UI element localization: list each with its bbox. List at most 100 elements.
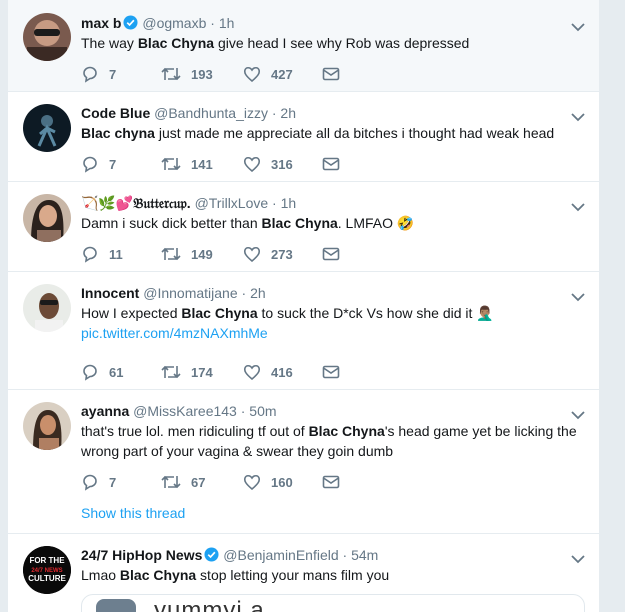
dm-button[interactable] [322, 244, 340, 264]
tweet[interactable]: ayanna @MissKaree143 · 50m that's true l… [8, 390, 599, 534]
show-thread-link[interactable]: Show this thread [81, 505, 185, 521]
handle[interactable]: @MissKaree143 [133, 403, 237, 419]
like-button[interactable]: 160 [243, 472, 293, 492]
display-name[interactable]: max b [81, 15, 121, 31]
display-name[interactable]: 24/7 HipHop News [81, 547, 202, 563]
tweet[interactable]: Code Blue @Bandhunta_izzy · 2h Blac chyn… [8, 92, 599, 182]
reply-button[interactable]: 7 [81, 154, 116, 174]
handle[interactable]: @Innomatijane [143, 285, 237, 301]
handle[interactable]: @ogmaxb [142, 15, 206, 31]
retweet-count: 141 [191, 156, 213, 172]
timestamp[interactable]: 1h [281, 195, 297, 211]
like-button[interactable]: 273 [243, 244, 293, 264]
avatar[interactable]: FOR THE 24/7 NEWS CULTURE [23, 546, 71, 594]
heart-icon [243, 65, 261, 83]
like-button[interactable]: 316 [243, 154, 293, 174]
text-part: . LMFAO 🤣 [337, 215, 415, 231]
tweet[interactable]: max b @ogmaxb · 1h The way Blac Chyna gi… [8, 0, 599, 92]
like-button[interactable]: 416 [243, 362, 293, 382]
timestamp[interactable]: 1h [219, 15, 235, 31]
dm-button[interactable] [322, 362, 340, 382]
tweet-header: 24/7 HipHop News @BenjaminEnfield · 54m [81, 546, 559, 566]
display-name[interactable]: ayanna [81, 403, 129, 419]
card-image-text: yummyi.a [154, 597, 265, 612]
search-highlight: Blac Chyna [137, 35, 215, 51]
timestamp[interactable]: 2h [250, 285, 266, 301]
dm-button[interactable] [322, 154, 340, 174]
reply-button[interactable]: 7 [81, 64, 116, 84]
envelope-icon [322, 66, 340, 82]
reply-button[interactable]: 61 [81, 362, 123, 382]
like-button[interactable]: 427 [243, 64, 293, 84]
avatar-logo-text: CULTURE [28, 574, 66, 583]
chevron-down-icon[interactable] [571, 19, 585, 32]
tweet-text: Damn i suck dick better than Blac Chyna.… [81, 213, 585, 233]
tweet[interactable]: Innocent @Innomatijane · 2h How I expect… [8, 272, 599, 390]
reply-count: 61 [109, 364, 124, 380]
heart-icon [243, 473, 261, 491]
tweet-header: 🏹🌿💕𝔅𝔲𝔱𝔱𝔢𝔯𝔠𝔲𝔭. @TrillxLove · 1h [81, 195, 297, 211]
tweet-text: Lmao Blac Chyna stop letting your mans f… [81, 565, 585, 585]
retweet-icon [161, 65, 181, 83]
timestamp[interactable]: 2h [280, 105, 296, 121]
heart-icon [243, 155, 261, 173]
media-card[interactable]: yummyi.a [81, 594, 585, 612]
retweet-button[interactable]: 141 [161, 154, 213, 174]
handle[interactable]: @Bandhunta_izzy [154, 105, 268, 121]
avatar[interactable] [23, 402, 71, 450]
retweet-count: 149 [191, 246, 213, 262]
timestamp[interactable]: 54m [351, 547, 378, 563]
search-highlight: Blac Chyna [261, 215, 338, 231]
handle[interactable]: @BenjaminEnfield [223, 547, 338, 563]
reply-button[interactable]: 7 [81, 472, 116, 492]
verified-badge-icon [123, 15, 138, 34]
dm-button[interactable] [322, 472, 340, 492]
search-highlight: Blac chyna [81, 125, 155, 141]
text-part: Lmao [81, 567, 120, 583]
tweet-text: that's true lol. men ridiculing tf out o… [81, 421, 585, 461]
chevron-down-icon[interactable] [571, 551, 585, 564]
avatar[interactable] [23, 13, 71, 61]
timeline: max b @ogmaxb · 1h The way Blac Chyna gi… [7, 0, 600, 612]
retweet-button[interactable]: 193 [161, 64, 213, 84]
reply-count: 11 [109, 246, 123, 262]
avatar[interactable] [23, 194, 71, 242]
text-part: stop letting your mans film you [196, 567, 390, 583]
display-name[interactable]: 🏹🌿💕𝔅𝔲𝔱𝔱𝔢𝔯𝔠𝔲𝔭. [81, 195, 191, 211]
retweet-icon [161, 155, 181, 173]
tweet-header: ayanna @MissKaree143 · 50m [81, 403, 277, 419]
avatar[interactable] [23, 104, 71, 152]
retweet-button[interactable]: 149 [161, 244, 213, 264]
chevron-down-icon[interactable] [571, 407, 585, 420]
reply-icon [81, 245, 99, 263]
media-link[interactable]: pic.twitter.com/4mzNAXmhMe [81, 325, 268, 341]
text-part: How I expected [81, 305, 182, 321]
retweet-count: 193 [191, 66, 213, 82]
chevron-down-icon[interactable] [571, 109, 585, 122]
chevron-down-icon[interactable] [571, 199, 585, 212]
chevron-down-icon[interactable] [571, 289, 585, 302]
retweet-button[interactable]: 67 [161, 472, 205, 492]
tweet-header: max b @ogmaxb · 1h [81, 14, 559, 34]
dm-button[interactable] [322, 64, 340, 84]
like-count: 273 [271, 246, 293, 262]
like-count: 427 [271, 66, 293, 82]
handle[interactable]: @TrillxLove [195, 195, 269, 211]
tweet[interactable]: 🏹🌿💕𝔅𝔲𝔱𝔱𝔢𝔯𝔠𝔲𝔭. @TrillxLove · 1h Damn i su… [8, 182, 599, 272]
tweet-header: Innocent @Innomatijane · 2h [81, 285, 266, 301]
retweet-count: 67 [191, 474, 206, 490]
timestamp[interactable]: 50m [249, 403, 276, 419]
like-count: 316 [271, 156, 293, 172]
display-name[interactable]: Code Blue [81, 105, 150, 121]
search-highlight: Blac Chyna [119, 567, 197, 583]
text-part: to suck the D*ck Vs how she did it 🤦🏽‍♂️ [257, 305, 494, 321]
tweet-text: How I expected Blac Chyna to suck the D*… [81, 303, 585, 343]
retweet-button[interactable]: 174 [161, 362, 213, 382]
tweet[interactable]: FOR THE 24/7 NEWS CULTURE 24/7 HipHop News… [8, 534, 599, 612]
display-name[interactable]: Innocent [81, 285, 139, 301]
search-highlight: Blac Chyna [308, 423, 385, 439]
heart-icon [243, 245, 261, 263]
avatar[interactable] [23, 284, 71, 332]
text-part: that's true lol. men ridiculing tf out o… [81, 423, 309, 439]
reply-button[interactable]: 11 [81, 244, 123, 264]
